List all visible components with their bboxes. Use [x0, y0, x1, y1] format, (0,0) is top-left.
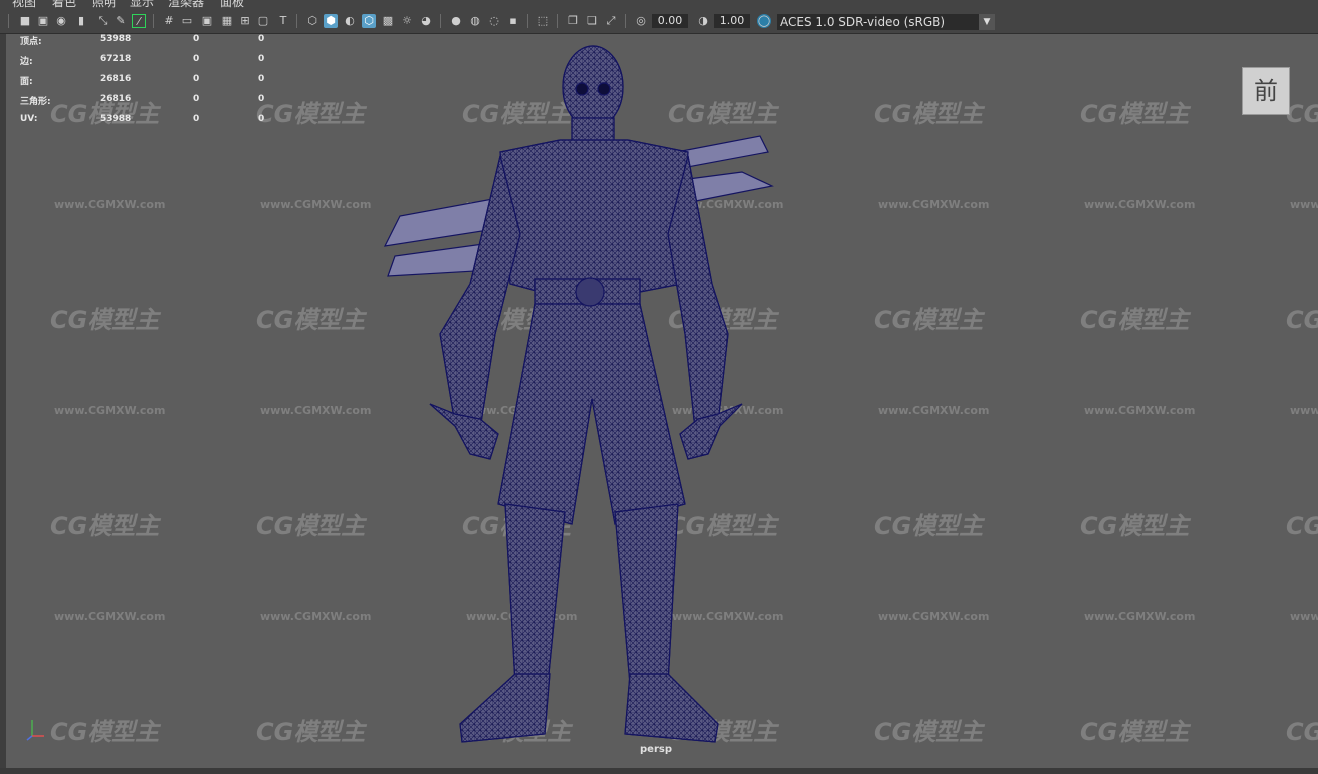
hud-row-edges: 边: 67218 0 0 — [20, 54, 280, 74]
camera-label: persp — [640, 744, 672, 755]
viewcube[interactable]: 前 — [1242, 67, 1290, 115]
2d-pan-zoom-toggle-icon[interactable]: ⁄ — [132, 14, 146, 28]
viewport-border — [0, 34, 6, 768]
eye-right — [597, 82, 611, 96]
hud-label: 顶点: — [20, 37, 42, 47]
hud-value: 0 — [193, 54, 200, 64]
menu-bar: 视图 着色 照明 显示 渲染器 面板 — [0, 0, 1318, 9]
arm-left-mesh — [439, 155, 521, 430]
hud-row-vertices: 顶点: 53988 0 0 — [20, 34, 280, 54]
toolbar-separator — [625, 14, 626, 28]
xray-joints-icon[interactable]: ⤢ — [604, 14, 618, 28]
use-default-material-icon[interactable]: ◐ — [343, 14, 357, 28]
gate-mask-icon[interactable]: ▦ — [220, 14, 234, 28]
eye-left — [575, 82, 589, 96]
pants-mesh — [497, 303, 686, 525]
menu-view[interactable]: 视图 — [12, 0, 36, 9]
toolbar-separator — [296, 14, 297, 28]
isolate-select-icon[interactable]: ⬚ — [536, 14, 550, 28]
textured-icon[interactable]: ▩ — [381, 14, 395, 28]
motion-blur-icon[interactable]: ◍ — [468, 14, 482, 28]
color-space-value: ACES 1.0 SDR-video (sRGB) — [780, 15, 946, 29]
hud-value: 0 — [193, 114, 200, 124]
menu-renderer[interactable]: 渲染器 — [168, 0, 204, 9]
film-gate-icon[interactable]: ▭ — [180, 14, 194, 28]
chevron-down-icon[interactable]: ▼ — [979, 14, 995, 30]
head-mesh — [562, 45, 624, 129]
foot-left-mesh — [459, 673, 551, 743]
hud-value: 53988 — [100, 34, 132, 44]
toolbar-separator — [527, 14, 528, 28]
toolbar-separator — [440, 14, 441, 28]
gamma-icon[interactable]: ◑ — [696, 14, 710, 28]
hud-value: 0 — [258, 54, 265, 64]
bottom-border — [0, 768, 1318, 774]
hud-label: 边: — [20, 57, 33, 67]
wireframe-icon[interactable]: ⬡ — [305, 14, 319, 28]
menu-lighting[interactable]: 照明 — [92, 0, 116, 9]
character-model[interactable] — [0, 34, 1318, 768]
hud-row-triangles: 三角形: 26816 0 0 — [20, 94, 280, 114]
hud-value: 26816 — [100, 94, 132, 104]
grid-icon[interactable]: # — [162, 14, 176, 28]
camera-select-icon[interactable]: ■ — [18, 14, 32, 28]
hud-value: 67218 — [100, 54, 132, 64]
hud-value: 0 — [193, 74, 200, 84]
toolbar-separator — [557, 14, 558, 28]
grease-pencil-icon[interactable]: ✎ — [114, 14, 128, 28]
hud-label: 三角形: — [20, 97, 51, 107]
shadows-icon[interactable]: ◕ — [419, 14, 433, 28]
menu-shading[interactable]: 着色 — [52, 0, 76, 9]
field-chart-icon[interactable]: ⊞ — [238, 14, 252, 28]
anti-aliasing-icon[interactable]: ◌ — [487, 14, 501, 28]
hud-value: 0 — [258, 94, 265, 104]
torso-mesh — [499, 139, 689, 293]
use-all-lights-icon[interactable]: ☼ — [400, 14, 414, 28]
panel-toolbar: ■ ▣ ◉ ▮ ⤡ ✎ ⁄ # ▭ ▣ ▦ ⊞ ▢ T ⬡ ⬢ ◐ ⬡ ▩ ☼ … — [0, 9, 1318, 34]
hud-row-uvs: UV: 53988 0 0 — [20, 114, 280, 134]
resolution-gate-icon[interactable]: ▣ — [200, 14, 214, 28]
xray-icon[interactable]: ❐ — [566, 14, 580, 28]
hud-value: 0 — [258, 74, 265, 84]
hud-value: 0 — [258, 34, 265, 44]
color-space-select[interactable]: ACES 1.0 SDR-video (sRGB) ▼ — [777, 14, 995, 30]
camera-attributes-icon[interactable]: ▣ — [36, 14, 50, 28]
color-management-icon[interactable]: ◯ — [757, 14, 771, 28]
hud-value: 0 — [193, 34, 200, 44]
hud-label: 面: — [20, 77, 33, 87]
shin-left-mesh — [504, 503, 566, 685]
image-plane-icon[interactable]: ▮ — [74, 14, 88, 28]
safe-title-icon[interactable]: T — [276, 14, 290, 28]
hud-value: 26816 — [100, 74, 132, 84]
hud-value: 53988 — [100, 114, 132, 124]
gamma-field[interactable]: 1.00 — [714, 14, 750, 28]
menu-show[interactable]: 显示 — [130, 0, 154, 9]
exposure-icon[interactable]: ◎ — [634, 14, 648, 28]
axis-gizmo-icon — [26, 720, 44, 741]
safe-action-icon[interactable]: ▢ — [256, 14, 270, 28]
hud-label: UV: — [20, 114, 38, 124]
shin-right-mesh — [614, 503, 679, 685]
viewport-persp[interactable]: CG模型主 www.CGMXW.com CG模型主 www.CGMXW.com CG模型… — [0, 34, 1318, 768]
xray-active-components-icon[interactable]: ❏ — [585, 14, 599, 28]
foot-right-mesh — [624, 673, 719, 743]
hud-value: 0 — [193, 94, 200, 104]
toolbar-separator — [153, 14, 154, 28]
menu-panels[interactable]: 面板 — [220, 0, 244, 9]
exposure-field[interactable]: 0.00 — [652, 14, 688, 28]
2d-pan-zoom-icon[interactable]: ⤡ — [96, 14, 110, 28]
toolbar-separator — [8, 14, 9, 28]
bookmark-icon[interactable]: ◉ — [54, 14, 68, 28]
wireframe-on-shaded-icon[interactable]: ⬡ — [362, 14, 376, 28]
screen-space-ao-icon[interactable]: ● — [449, 14, 463, 28]
depth-of-field-icon[interactable]: ▪ — [506, 14, 520, 28]
hud-value: 0 — [258, 114, 265, 124]
smooth-shade-icon[interactable]: ⬢ — [324, 14, 338, 28]
belt-knot — [575, 277, 605, 307]
hud-row-faces: 面: 26816 0 0 — [20, 74, 280, 94]
poly-count-hud: 顶点: 53988 0 0 边: 67218 0 0 面: 26816 0 0 … — [20, 34, 280, 134]
